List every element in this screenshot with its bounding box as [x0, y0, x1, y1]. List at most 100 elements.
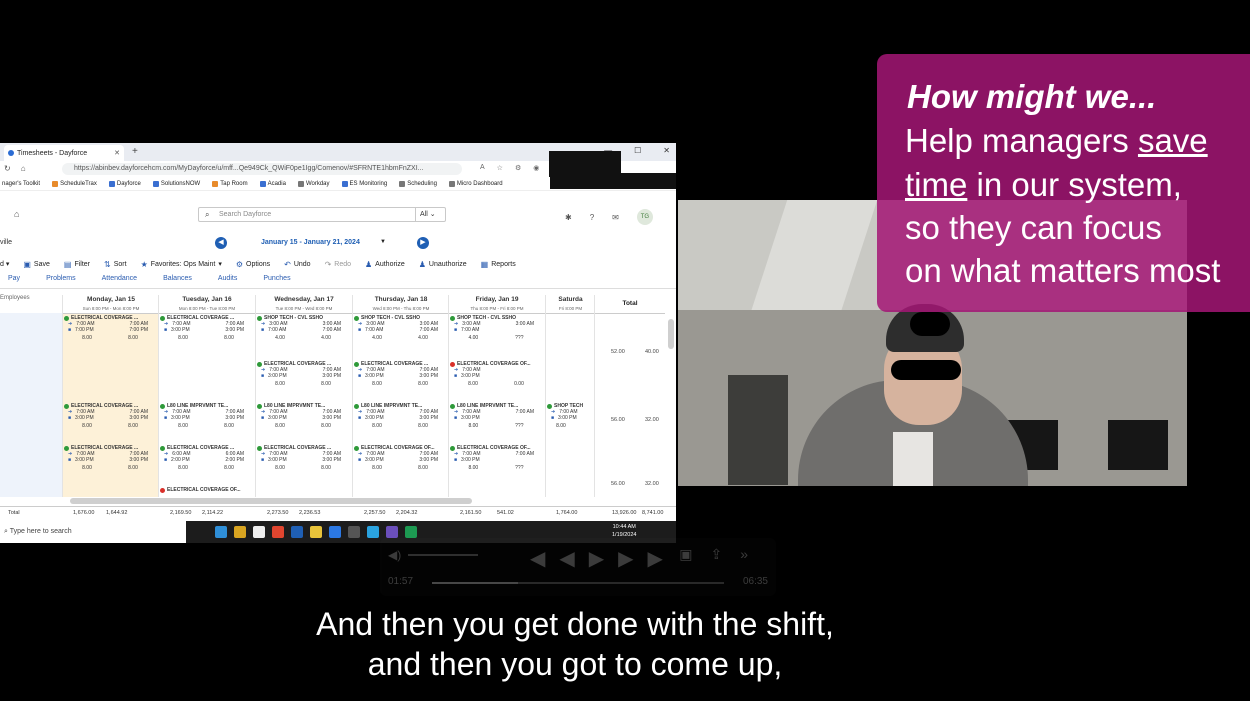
app-home-icon[interactable]: ⌂	[14, 209, 19, 219]
taskbar-clock[interactable]: 10:44 AM 1/19/2024	[612, 523, 636, 539]
shift-cell[interactable]: SHOP TECH - CVL SSHO ➜ 3:00 AM 3:00 AM ■ 7:00…	[354, 315, 446, 351]
read-aloud-icon[interactable]: A	[480, 164, 485, 172]
browser-tab[interactable]: Timesheets - Dayforce ✕	[4, 145, 124, 161]
shift-cell[interactable]: ELECTRICAL COVERAGE ... ➜ 7:00 AM 7:00 AM ■ 3…	[64, 445, 156, 481]
team-icon[interactable]: ✱	[565, 213, 572, 222]
progress-bar[interactable]	[432, 582, 724, 584]
previous-week-icon[interactable]: ◀	[215, 237, 227, 249]
excel-icon[interactable]	[405, 526, 417, 538]
shift-cell[interactable]: SHOP TECH ➜ 7:00 AM ■ 3:00 PM 8.00	[547, 403, 593, 439]
shift-cell[interactable]: ELECTRICAL COVERAGE OF... ➜ 7:00 AM ■ 3:00 P…	[450, 361, 542, 397]
home-icon[interactable]: ⌂	[21, 164, 26, 173]
favorite-icon[interactable]: ☆	[497, 164, 503, 172]
close-tab-icon[interactable]: ✕	[114, 149, 120, 157]
day-header[interactable]: Wednesday, Jan 17 Tue 8:00 PM - Wed 8:00 …	[256, 295, 352, 314]
settings-icon[interactable]: ⚙	[515, 164, 521, 172]
reports-button[interactable]: ▦ Reports	[481, 260, 516, 269]
authorize-button[interactable]: ♟ Authorize	[365, 260, 405, 269]
bookmark-item[interactable]: Dayforce	[108, 180, 141, 187]
tab-balances[interactable]: Balances	[163, 275, 192, 288]
day-header[interactable]: Tuesday, Jan 16 Mon 8:00 PM - Tue 8:00 PM	[159, 295, 255, 314]
help-icon[interactable]: ?	[590, 213, 594, 222]
date-dropdown-icon[interactable]: ▼	[380, 239, 386, 245]
taskbar-search-input[interactable]: ⌕ Type here to search	[0, 521, 186, 543]
shift-cell[interactable]: ELECTRICAL COVERAGE ... ➜ 7:00 AM 7:00 AM ■ 3…	[257, 361, 349, 397]
bookmark-item[interactable]: Micro Dashboard	[448, 180, 503, 187]
volume-slider[interactable]	[408, 554, 478, 556]
url-field[interactable]: https://abinbev.dayforcehcm.com/MyDayfor…	[62, 163, 462, 175]
tab-audits[interactable]: Audits	[218, 275, 237, 288]
bookmark-item[interactable]: ScheduleTrax	[52, 180, 97, 187]
sort-button[interactable]: ⇅ Sort	[104, 260, 127, 269]
horizontal-scrollbar[interactable]	[70, 498, 472, 504]
bookmark-item[interactable]: Workday	[297, 180, 330, 187]
tab-attendance[interactable]: Attendance	[102, 275, 137, 288]
shift-cell[interactable]: L80 LINE IMPRVMNT TE... ➜ 7:00 AM 7:00 AM ■ 3…	[160, 403, 252, 439]
rewind-icon[interactable]: ◀◀	[530, 548, 589, 570]
tab-punches[interactable]: Punches	[263, 275, 290, 288]
fast-forward-icon[interactable]: ▶▶	[618, 548, 677, 570]
undo-button[interactable]: ↶ Undo	[284, 260, 310, 269]
day-header[interactable]: Saturda Fri 8:00 PM	[546, 295, 595, 314]
redo-button[interactable]: ↷ Redo	[325, 260, 351, 269]
reload-icon[interactable]: ↻	[4, 164, 11, 173]
file-explorer-icon[interactable]	[234, 526, 246, 538]
outlook-icon[interactable]	[291, 526, 303, 538]
more-icon[interactable]: »	[740, 546, 766, 562]
app-icon[interactable]	[348, 526, 360, 538]
shift-cell[interactable]: ELECTRICAL COVERAGE ... ➜ 7:00 AM 7:00 AM ■ 7…	[64, 315, 156, 351]
mail-icon[interactable]: ✉	[612, 213, 619, 222]
new-tab-icon[interactable]: +	[132, 146, 138, 157]
chrome-icon[interactable]	[272, 526, 284, 538]
shift-cell[interactable]: L80 LINE IMPRVMNT TE... ➜ 7:00 AM 7:00 AM ■ 3…	[450, 403, 542, 439]
bookmark-item[interactable]: Acadia	[259, 180, 286, 187]
favorites-dropdown[interactable]: ★ Favorites: Ops Maint ▾	[141, 260, 222, 269]
bookmark-item[interactable]: Scheduling	[399, 180, 437, 187]
bookmark-item[interactable]: nager's Toolkit	[2, 181, 40, 187]
bookmark-item[interactable]: SolutionsNOW	[152, 180, 200, 187]
maximize-icon[interactable]: ☐	[634, 146, 641, 155]
options-button[interactable]: ⚙ Options	[236, 260, 270, 269]
profile-icon[interactable]: ◉	[533, 164, 539, 172]
bookmark-item[interactable]: Tap Room	[212, 180, 248, 187]
sticky-notes-icon[interactable]	[310, 526, 322, 538]
zoom-icon[interactable]	[329, 526, 341, 538]
shift-cell[interactable]: SHOP TECH - CVL SSHO ➜ 3:00 AM 3:00 AM ■ 7:00…	[450, 315, 542, 351]
teams-icon[interactable]	[386, 526, 398, 538]
document-icon[interactable]	[253, 526, 265, 538]
worked-hours: 0.00	[514, 381, 524, 387]
shift-cell[interactable]: ELECTRICAL COVERAGE OF... ➜ 7:00 AM 7:00 AM…	[354, 445, 446, 481]
pip-icon[interactable]: ▣	[679, 546, 710, 562]
save-button[interactable]: ▣ Save	[23, 260, 50, 269]
search-input[interactable]: ⌕ Search Dayforce All ⌄	[198, 207, 446, 222]
volume-icon[interactable]: ◀)	[388, 548, 401, 562]
shift-cell[interactable]: ELECTRICAL COVERAGE OF... ➜ 7:00 AM 7:00 AM…	[450, 445, 542, 481]
filter-button[interactable]: ▤ Filter	[64, 260, 90, 269]
edge-icon[interactable]	[215, 526, 227, 538]
close-window-icon[interactable]: ✕	[663, 146, 670, 155]
app-icon[interactable]	[367, 526, 379, 538]
shift-cell[interactable]: ELECTRICAL COVERAGE ... ➜ 7:00 AM 7:00 AM ■ 3…	[354, 361, 446, 397]
tab-pay[interactable]: Pay	[8, 275, 20, 288]
shift-cell[interactable]: ELECTRICAL COVERAGE ... ➜ 6:00 AM 6:00 AM ■ 2…	[160, 445, 252, 481]
play-icon[interactable]: ▶	[589, 548, 618, 570]
tab-problems[interactable]: Problems	[46, 275, 76, 288]
next-week-icon[interactable]: ▶	[417, 237, 429, 249]
shift-cell[interactable]: ELECTRICAL COVERAGE ... ➜ 7:00 AM 7:00 AM ■ 3…	[160, 315, 252, 351]
day-header[interactable]: Monday, Jan 15 Sun 8:00 PM - Mon 8:00 PM	[63, 295, 159, 314]
avatar[interactable]: TG	[636, 209, 653, 225]
day-header[interactable]: Friday, Jan 19 Thu 8:00 PM - Fri 8:00 PM	[449, 295, 545, 314]
search-scope-select[interactable]: All ⌄	[415, 207, 445, 222]
shift-cell[interactable]: ELECTRICAL COVERAGE ... ➜ 7:00 AM 7:00 AM ■ 3…	[257, 445, 349, 481]
toolbar-dropdown[interactable]: d ▾	[0, 260, 9, 268]
shift-cell[interactable]: ELECTRICAL COVERAGE ... ➜ 7:00 AM 7:00 AM ■ 3…	[64, 403, 156, 439]
unauthorize-button[interactable]: ♟ Unauthorize	[419, 260, 467, 269]
shift-cell[interactable]: L80 LINE IMPRVMNT TE... ➜ 7:00 AM 7:00 AM ■ 3…	[257, 403, 349, 439]
vertical-scrollbar[interactable]	[668, 319, 674, 349]
date-range[interactable]: January 15 - January 21, 2024	[261, 239, 360, 246]
bookmark-item[interactable]: ES Monitoring	[341, 180, 387, 187]
share-icon[interactable]: ⇪	[710, 546, 740, 562]
shift-cell[interactable]: SHOP TECH - CVL SSHO ➜ 3:00 AM 3:00 AM ■ 7:00…	[257, 315, 349, 351]
shift-cell[interactable]: L80 LINE IMPRVMNT TE... ➜ 7:00 AM 7:00 AM ■ 3…	[354, 403, 446, 439]
day-header[interactable]: Thursday, Jan 18 Wed 8:00 PM - Thu 8:00 P…	[353, 295, 449, 314]
